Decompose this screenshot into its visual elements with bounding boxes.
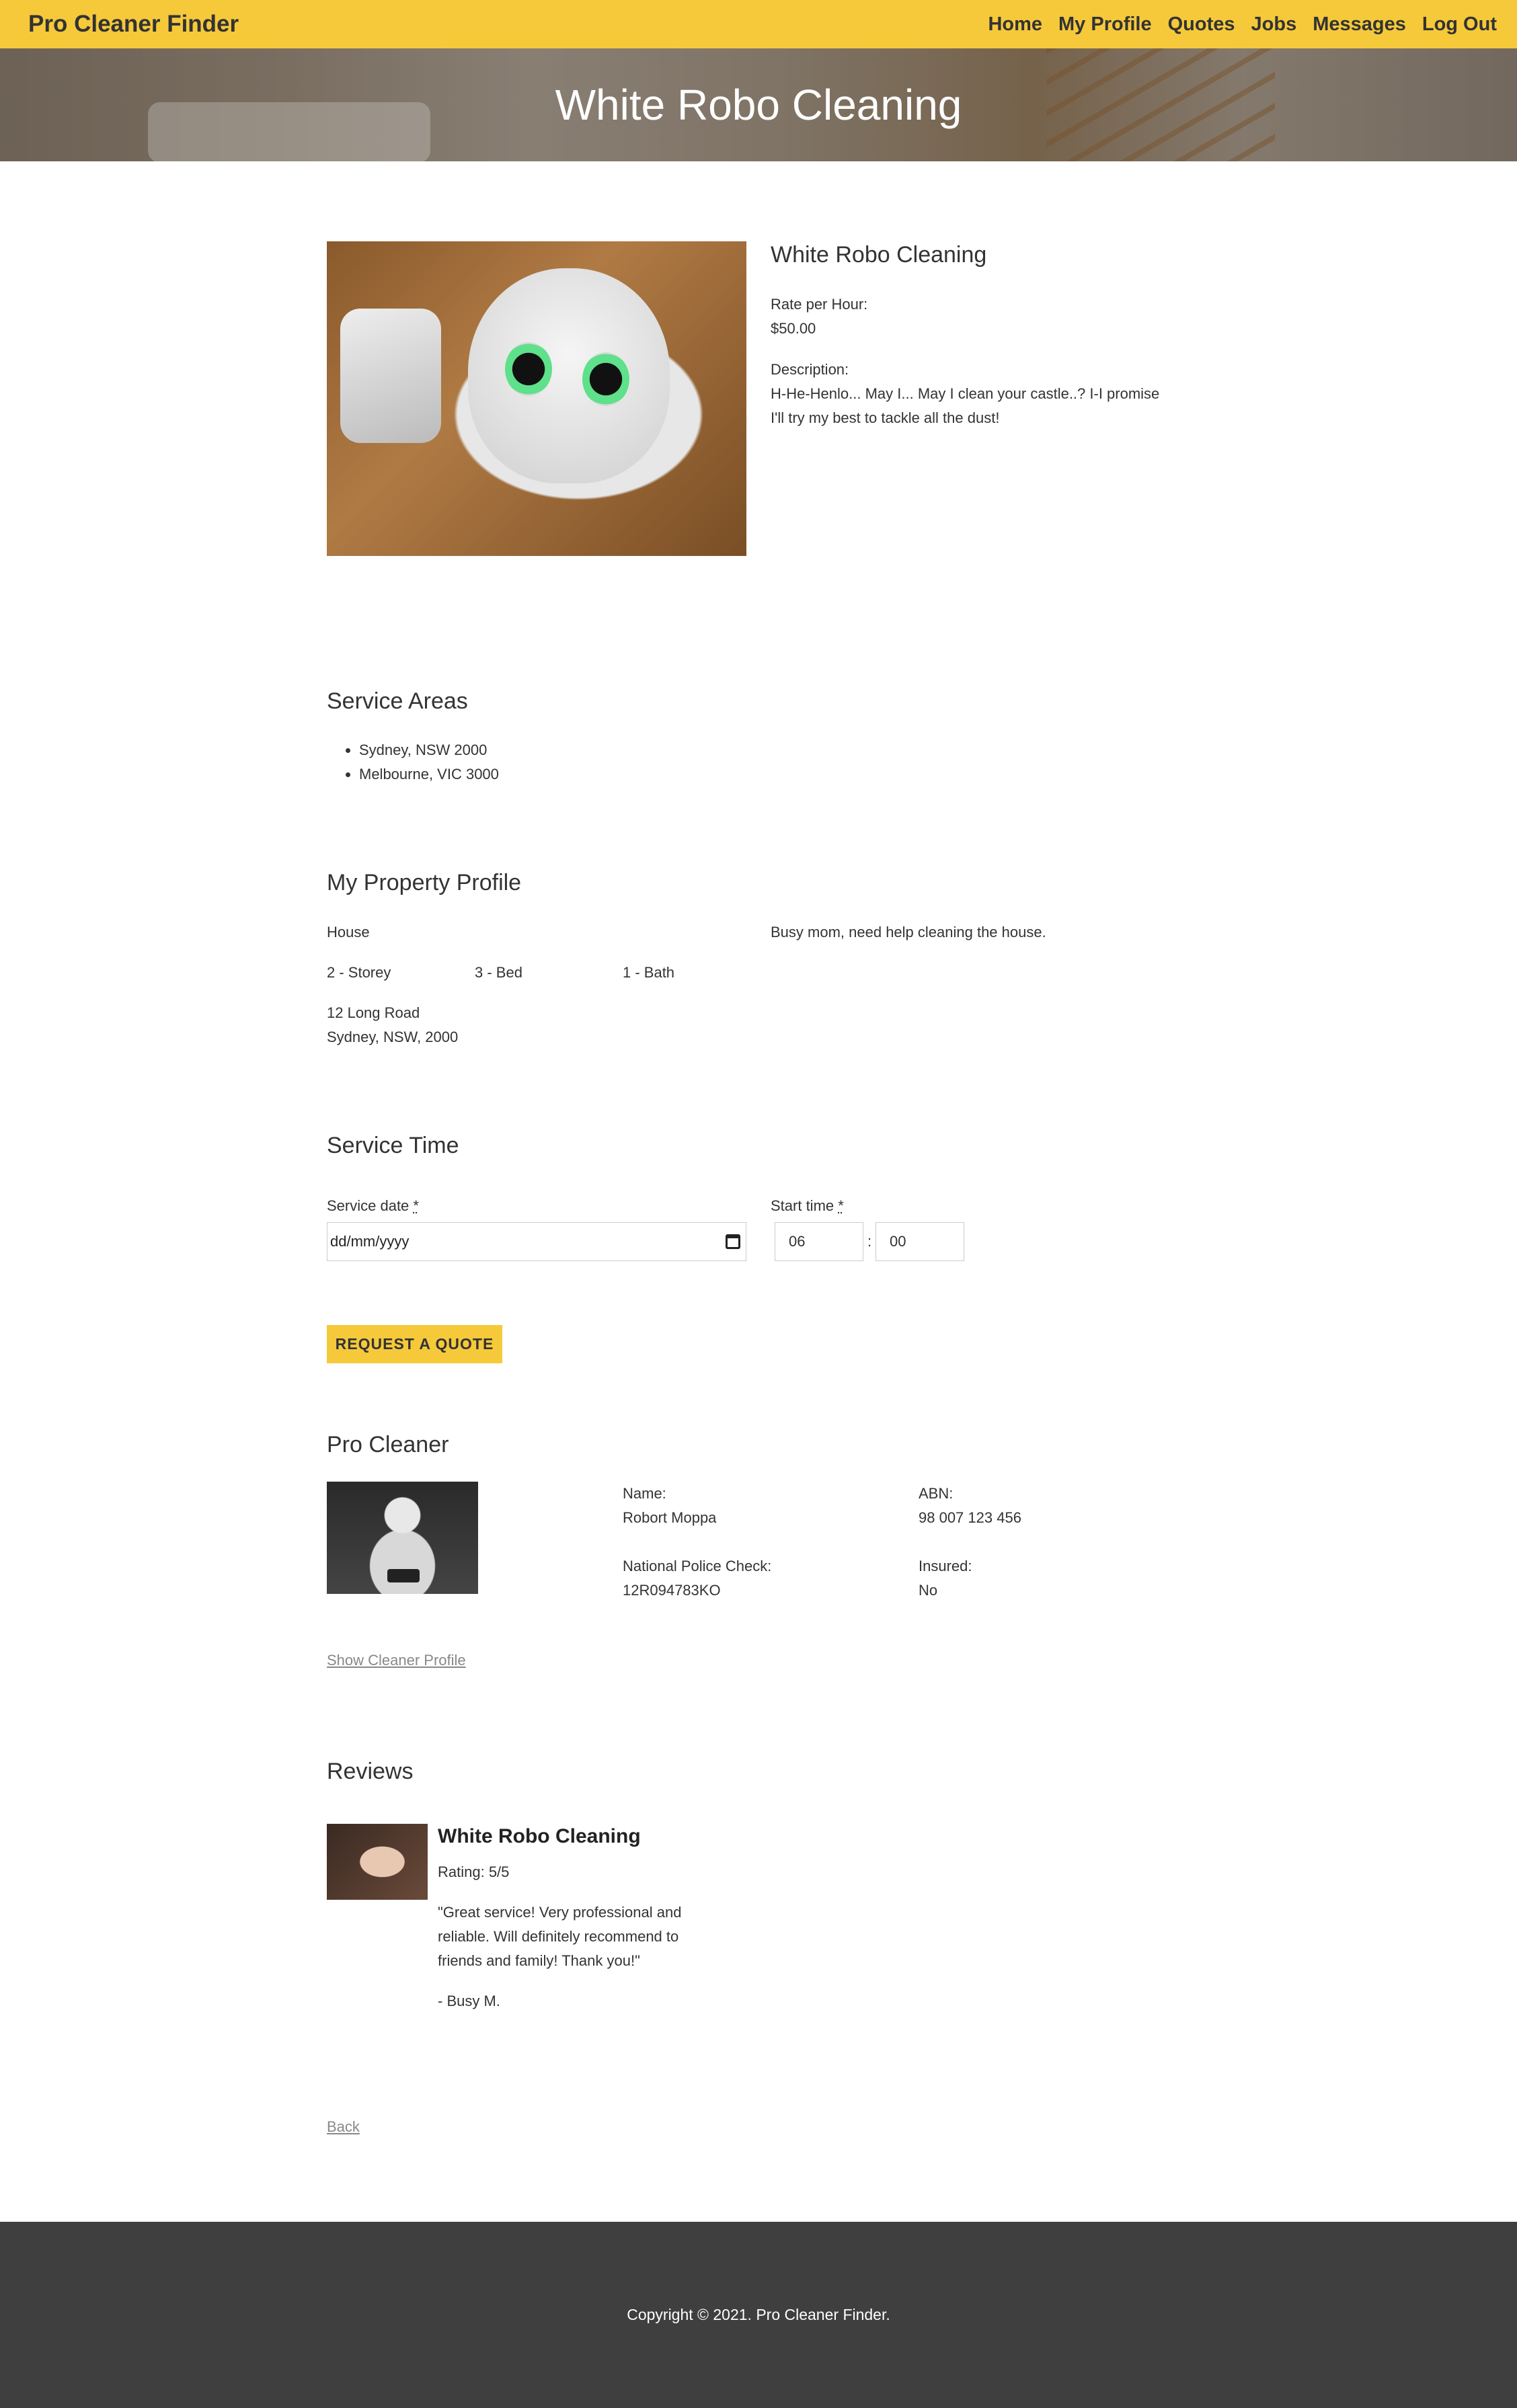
pro-cleaner-heading: Pro Cleaner (327, 1432, 449, 1457)
review-text-line-2: reliable. Will definitely recommend to (438, 1928, 679, 1945)
property-address-line-1: 12 Long Road (327, 1004, 420, 1021)
cleaner-avatar (327, 1482, 478, 1594)
start-minute-input[interactable]: 00 (876, 1222, 964, 1261)
cleaner-abn: 98 007 123 456 (919, 1509, 1021, 1526)
cleaner-abn-label: ABN: (919, 1485, 954, 1502)
property-note: Busy mom, need help cleaning the house. (771, 924, 1046, 940)
property-storey: 2 - Storey (327, 964, 391, 981)
review-text-line-3: friends and family! Thank you!" (438, 1952, 640, 1969)
footer-copyright: Copyright © 2021. Pro Cleaner Finder. (627, 2306, 890, 2323)
listing-photo (327, 241, 746, 556)
police-check-value: 12R094783KO (623, 1582, 721, 1599)
service-date-label-text: Service date (327, 1197, 410, 1214)
start-minute-value: 00 (890, 1233, 906, 1250)
robot-eye-right (582, 352, 629, 406)
service-area-item: Sydney, NSW 2000 (359, 738, 499, 762)
rate-value: $50.00 (771, 320, 816, 337)
required-mark: * (413, 1197, 419, 1214)
start-hour-value: 06 (789, 1233, 806, 1250)
service-areas-heading: Service Areas (327, 688, 468, 714)
start-time-label-text: Start time (771, 1197, 834, 1214)
rate-label: Rate per Hour: (771, 296, 868, 313)
calendar-icon[interactable] (726, 1234, 740, 1249)
nav-log-out[interactable]: Log Out (1422, 13, 1497, 36)
nav-messages[interactable]: Messages (1313, 13, 1406, 36)
back-link[interactable]: Back (327, 2118, 360, 2136)
brand-logo[interactable]: Pro Cleaner Finder (28, 11, 239, 38)
footer: Copyright © 2021. Pro Cleaner Finder. (0, 2222, 1517, 2408)
cleaner-name-label: Name: (623, 1485, 666, 1502)
service-date-input[interactable]: dd/mm/yyyy (327, 1222, 746, 1261)
review-photo (327, 1824, 428, 1900)
start-time-label: Start time * (771, 1194, 844, 1218)
review-title: White Robo Cleaning (438, 1825, 641, 1847)
cleaner-name: Robort Moppa (623, 1509, 717, 1526)
insured-value: No (919, 1582, 938, 1599)
nav-my-profile[interactable]: My Profile (1058, 13, 1152, 36)
property-bath: 1 - Bath (623, 964, 675, 981)
nav-home[interactable]: Home (988, 13, 1042, 36)
nav-quotes[interactable]: Quotes (1168, 13, 1235, 36)
page-title: White Robo Cleaning (555, 81, 962, 129)
show-cleaner-profile-link[interactable]: Show Cleaner Profile (327, 1652, 466, 1669)
top-navbar: Pro Cleaner Finder Home My Profile Quote… (0, 0, 1517, 48)
robot-hand-image (340, 309, 441, 443)
insured-label: Insured: (919, 1558, 972, 1574)
property-bed: 3 - Bed (475, 964, 522, 981)
description-label: Description: (771, 361, 849, 378)
robot-visor (387, 1569, 420, 1582)
reviews-heading: Reviews (327, 1759, 414, 1784)
hero-banner: White Robo Cleaning (0, 48, 1517, 161)
robot-eye-left (505, 342, 552, 396)
time-separator: : (867, 1233, 872, 1250)
required-mark: * (838, 1197, 844, 1214)
property-profile-heading: My Property Profile (327, 870, 522, 895)
start-hour-input[interactable]: 06 (775, 1222, 863, 1261)
service-time-heading: Service Time (327, 1133, 459, 1158)
service-areas-list: Sydney, NSW 2000 Melbourne, VIC 3000 (359, 738, 499, 787)
service-date-label: Service date * (327, 1194, 419, 1218)
property-type: House (327, 924, 370, 940)
robot-head-image (468, 268, 670, 483)
service-area-item: Melbourne, VIC 3000 (359, 762, 499, 787)
property-address-line-2: Sydney, NSW, 2000 (327, 1029, 459, 1045)
listing-name: White Robo Cleaning (771, 242, 987, 268)
hero-background-sofa (148, 102, 430, 161)
service-date-placeholder: dd/mm/yyyy (330, 1233, 410, 1250)
review-author: - Busy M. (438, 1993, 500, 2009)
description-line-2: I'll try my best to tackle all the dust! (771, 409, 1000, 426)
description-line-1: H-He-Henlo... May I... May I clean your … (771, 385, 1160, 402)
review-text-line-1: "Great service! Very professional and (438, 1904, 682, 1921)
request-quote-button[interactable]: REQUEST A QUOTE (327, 1325, 502, 1363)
nav-jobs[interactable]: Jobs (1251, 13, 1297, 36)
main-nav: Home My Profile Quotes Jobs Messages Log… (988, 13, 1497, 36)
hero-background-stairs (1046, 48, 1275, 161)
review-rating: Rating: 5/5 (438, 1863, 510, 1880)
police-check-label: National Police Check: (623, 1558, 772, 1574)
